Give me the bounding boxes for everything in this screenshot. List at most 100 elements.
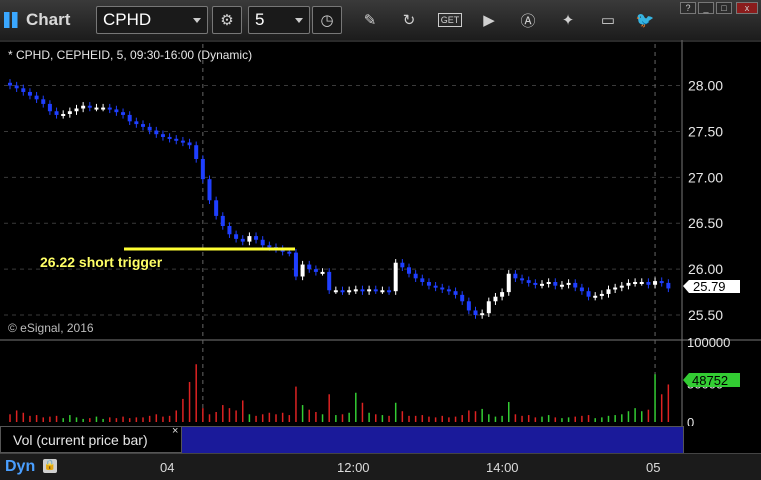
candle-body (14, 85, 19, 89)
refresh-button[interactable]: ↻ (394, 6, 424, 34)
candle-body (639, 282, 644, 284)
candle-body (433, 285, 438, 288)
interval-value: 5 (255, 10, 265, 29)
price-tick-label: 28.00 (688, 78, 723, 94)
draw-button[interactable]: ✎ (355, 6, 385, 34)
time-label-05: 05 (646, 460, 661, 475)
candle-body (367, 289, 372, 292)
candle-body (200, 158, 205, 180)
candle-body (393, 262, 398, 292)
candle-body (553, 282, 558, 286)
candle-body (666, 282, 671, 289)
candle-body (653, 281, 658, 285)
symbol-input[interactable]: CPHD (96, 6, 208, 34)
app-title-label: Chart (26, 10, 71, 29)
candle-body (599, 293, 604, 296)
refresh-icon: ↻ (402, 12, 416, 29)
candle-body (353, 289, 358, 292)
candle-body (134, 121, 139, 125)
candle-body (160, 134, 165, 137)
play-button[interactable]: ▶ (474, 6, 504, 34)
volume-study-label[interactable]: Vol (current price bar) × (0, 425, 182, 453)
candle-body (154, 130, 159, 135)
candle-body (613, 287, 618, 290)
mode-label[interactable]: Dyn (5, 458, 35, 476)
lock-icon[interactable]: 🔒 (43, 459, 57, 473)
tools-icon: ✦ (561, 12, 575, 29)
candle-body (207, 179, 212, 201)
study-panel-bar (182, 426, 683, 453)
candle-body (400, 262, 405, 268)
chat-icon: ▭ (600, 12, 616, 29)
candle-body (500, 292, 505, 297)
candle-body (646, 282, 651, 285)
get-icon: GET (437, 13, 463, 27)
chevron-down-icon[interactable] (193, 18, 201, 23)
close-button[interactable]: x (736, 2, 758, 14)
chart-grid (0, 40, 761, 426)
candle-body (121, 112, 126, 115)
chat-button[interactable]: ▭ (593, 6, 623, 34)
candle-body (267, 245, 272, 248)
candle-body (453, 291, 458, 295)
candle-body (94, 107, 99, 110)
candle-body (287, 251, 292, 254)
close-icon[interactable]: × (172, 425, 178, 437)
candle-body (54, 111, 59, 115)
candle-body (147, 126, 152, 131)
candle-body (347, 290, 352, 293)
trigger-annotation: 26.22 short trigger (40, 254, 163, 270)
candle-body (174, 138, 179, 141)
candle-body (114, 109, 119, 113)
clock-icon: ◷ (320, 12, 334, 29)
candle-body (240, 238, 245, 242)
chevron-down-icon[interactable] (295, 18, 303, 23)
price-tick-label: 25.50 (688, 307, 723, 323)
candle-body (540, 283, 544, 286)
candle-body (180, 140, 185, 143)
candle-body (307, 264, 312, 270)
candle-body (520, 278, 525, 281)
help-button[interactable]: ? (680, 2, 696, 14)
candle-body (41, 99, 46, 104)
clock-button[interactable]: ◷ (312, 6, 342, 34)
candle-body (61, 114, 66, 116)
candle-body (480, 313, 485, 316)
time-label-1200: 12:00 (337, 460, 370, 475)
candle-body (440, 287, 445, 290)
maximize-button[interactable]: □ (716, 2, 732, 14)
candle-body (107, 107, 112, 110)
minimize-button[interactable]: _ (698, 2, 714, 14)
price-chart[interactable]: * CPHD, CEPHEID, 5, 09:30-16:00 (Dynamic… (0, 40, 761, 426)
candle-body (74, 108, 79, 112)
alert-icon: Ⓐ (520, 12, 536, 30)
interval-select[interactable]: 5 (248, 6, 310, 34)
candle-body (526, 280, 531, 283)
alert-button[interactable]: Ⓐ (513, 6, 543, 34)
candle-body (167, 136, 172, 139)
twitter-icon: 🐦 (635, 12, 655, 29)
candle-body (559, 284, 564, 287)
candle-body (101, 107, 106, 110)
price-badge-value: 25.79 (693, 279, 726, 294)
candle-body (626, 282, 631, 286)
candle-body (460, 294, 465, 302)
price-tick-label: 26.00 (688, 261, 723, 277)
price-tick-label: 27.00 (688, 169, 723, 185)
candle-body (8, 82, 12, 86)
candle-body (486, 301, 491, 314)
candle-body (466, 301, 471, 311)
settings-button[interactable]: ⚙ (212, 6, 242, 34)
candle-body (27, 91, 32, 96)
app-title: Chart (4, 8, 70, 32)
candle-body (413, 273, 418, 279)
tools-button[interactable]: ✦ (553, 6, 583, 34)
time-label-04: 04 (160, 460, 175, 475)
get-button[interactable]: GET (435, 6, 465, 34)
twitter-button[interactable]: 🐦 (630, 6, 660, 34)
candle-body (81, 105, 86, 109)
candle-body (254, 236, 259, 240)
candle-body (566, 282, 571, 285)
volume-tick-label: 0 (687, 415, 694, 426)
candle-body (579, 287, 584, 292)
